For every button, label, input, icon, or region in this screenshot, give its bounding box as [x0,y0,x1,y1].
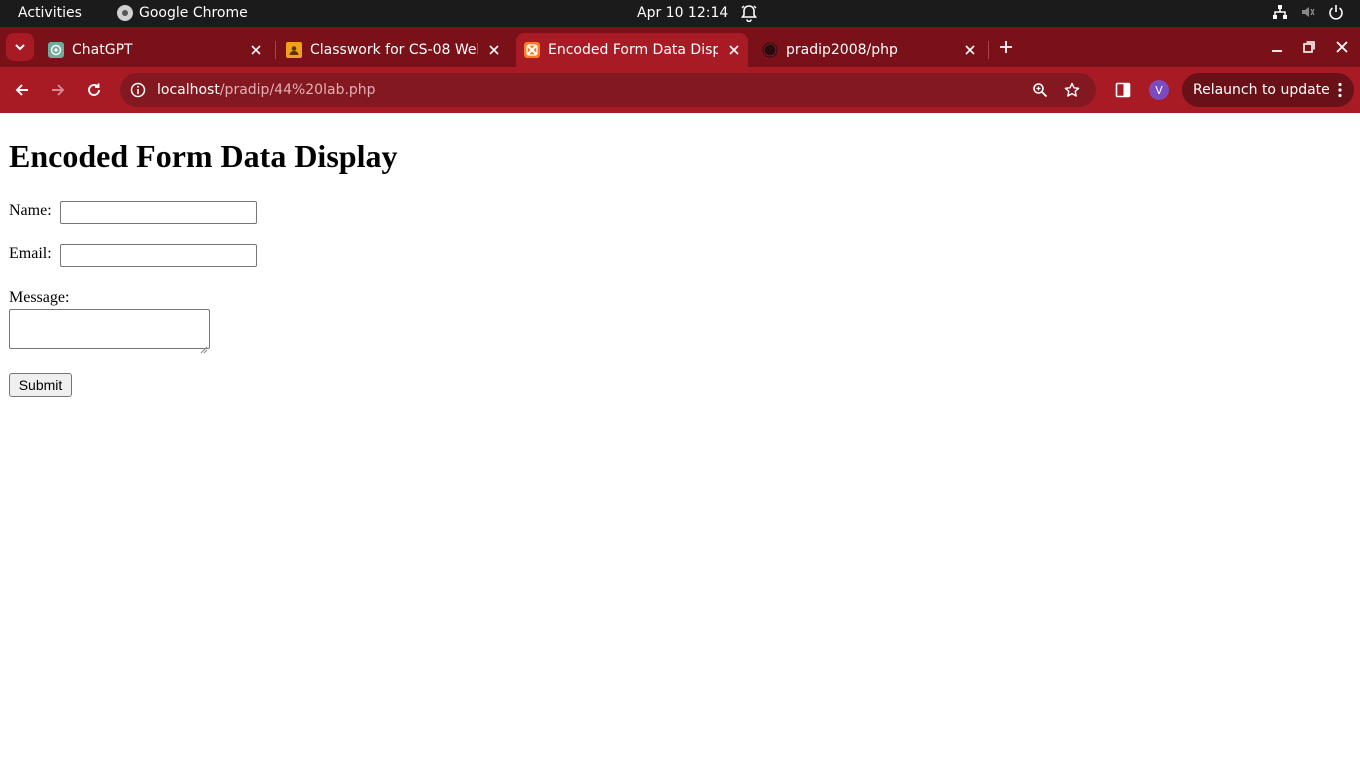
chatgpt-icon [48,42,64,58]
close-icon[interactable] [726,42,742,58]
message-label: Message: [9,289,70,306]
profile-avatar[interactable]: V [1149,80,1169,100]
message-row: Message: [9,289,69,307]
name-row: Name: [9,201,257,224]
reload-button[interactable] [82,78,106,102]
reload-icon [88,83,100,96]
system-top-bar: Activities Google Chrome Apr 10 12:14 [0,0,1360,27]
tab-github[interactable]: pradip2008/php [754,33,984,67]
name-field[interactable] [60,201,257,224]
zoom-icon[interactable] [1032,82,1048,98]
arrow-left-icon [15,84,28,96]
relaunch-label: Relaunch to update [1193,82,1330,98]
site-info-icon[interactable] [130,82,146,98]
network-icon [1272,4,1288,20]
minimize-icon [1272,50,1282,52]
power-icon [1328,4,1344,20]
arrow-right-icon [52,84,65,96]
chrome-icon [117,5,133,21]
close-icon[interactable] [486,42,502,58]
activities-button[interactable]: Activities [18,5,82,21]
forward-button[interactable] [46,78,70,102]
tab-encoded-form[interactable]: Encoded Form Data Disp [516,33,748,67]
message-textarea[interactable] [9,309,210,354]
side-panel-icon [1115,82,1131,98]
url-path: /pradip/44%20lab.php [219,82,376,98]
plus-icon [1000,41,1012,53]
close-icon[interactable] [962,42,978,58]
name-label: Name: [9,202,52,219]
email-row: Email: [9,244,257,267]
tab-strip: ChatGPT Classwork for CS-08 Web Encoded … [0,27,1360,67]
url-host: localhost [157,82,220,98]
new-tab-button[interactable] [996,37,1016,57]
volume-muted-icon [1300,4,1316,20]
close-window-button[interactable] [1332,37,1352,57]
restore-icon [1303,41,1315,53]
tab-title: pradip2008/php [786,42,898,58]
clock[interactable]: Apr 10 12:14 [637,5,728,21]
url-text[interactable]: localhost/pradip/44%20lab.php [157,82,376,98]
notification-bell-icon[interactable] [741,4,757,22]
tab-title: Encoded Form Data Disp [548,42,718,58]
restore-button[interactable] [1299,37,1319,57]
close-icon[interactable] [248,42,264,58]
chevron-down-icon [15,44,25,51]
tab-chatgpt[interactable]: ChatGPT [40,33,270,67]
relaunch-to-update-button[interactable]: Relaunch to update [1182,73,1354,107]
submit-button[interactable]: Submit [9,373,72,397]
bookmark-star-icon[interactable] [1064,82,1080,98]
tab-title: Classwork for CS-08 Web [310,42,478,58]
back-button[interactable] [10,78,34,102]
side-panel-button[interactable] [1113,80,1133,100]
tab-separator [988,41,989,59]
app-name: Google Chrome [139,5,248,21]
close-icon [1336,41,1348,53]
address-bar[interactable]: localhost/pradip/44%20lab.php [120,73,1096,107]
tab-search-button[interactable] [6,33,34,61]
more-options-icon[interactable] [1338,82,1342,98]
resize-grip-icon[interactable] [200,339,208,354]
tab-title: ChatGPT [72,42,133,58]
tab-separator [275,41,276,59]
email-field[interactable] [60,244,257,267]
browser-toolbar: localhost/pradip/44%20lab.php V Relaunch… [0,67,1360,113]
github-icon [762,42,778,58]
system-tray[interactable] [1272,4,1344,20]
page-title: Encoded Form Data Display [9,138,398,174]
email-label: Email: [9,245,52,262]
tab-classwork[interactable]: Classwork for CS-08 Web [278,33,508,67]
xampp-icon [524,42,540,58]
classroom-icon [286,42,302,58]
minimize-button[interactable] [1267,37,1287,57]
page-content: Encoded Form Data Display Name: Email: M… [0,113,1360,768]
app-menu[interactable]: Google Chrome [117,5,248,21]
